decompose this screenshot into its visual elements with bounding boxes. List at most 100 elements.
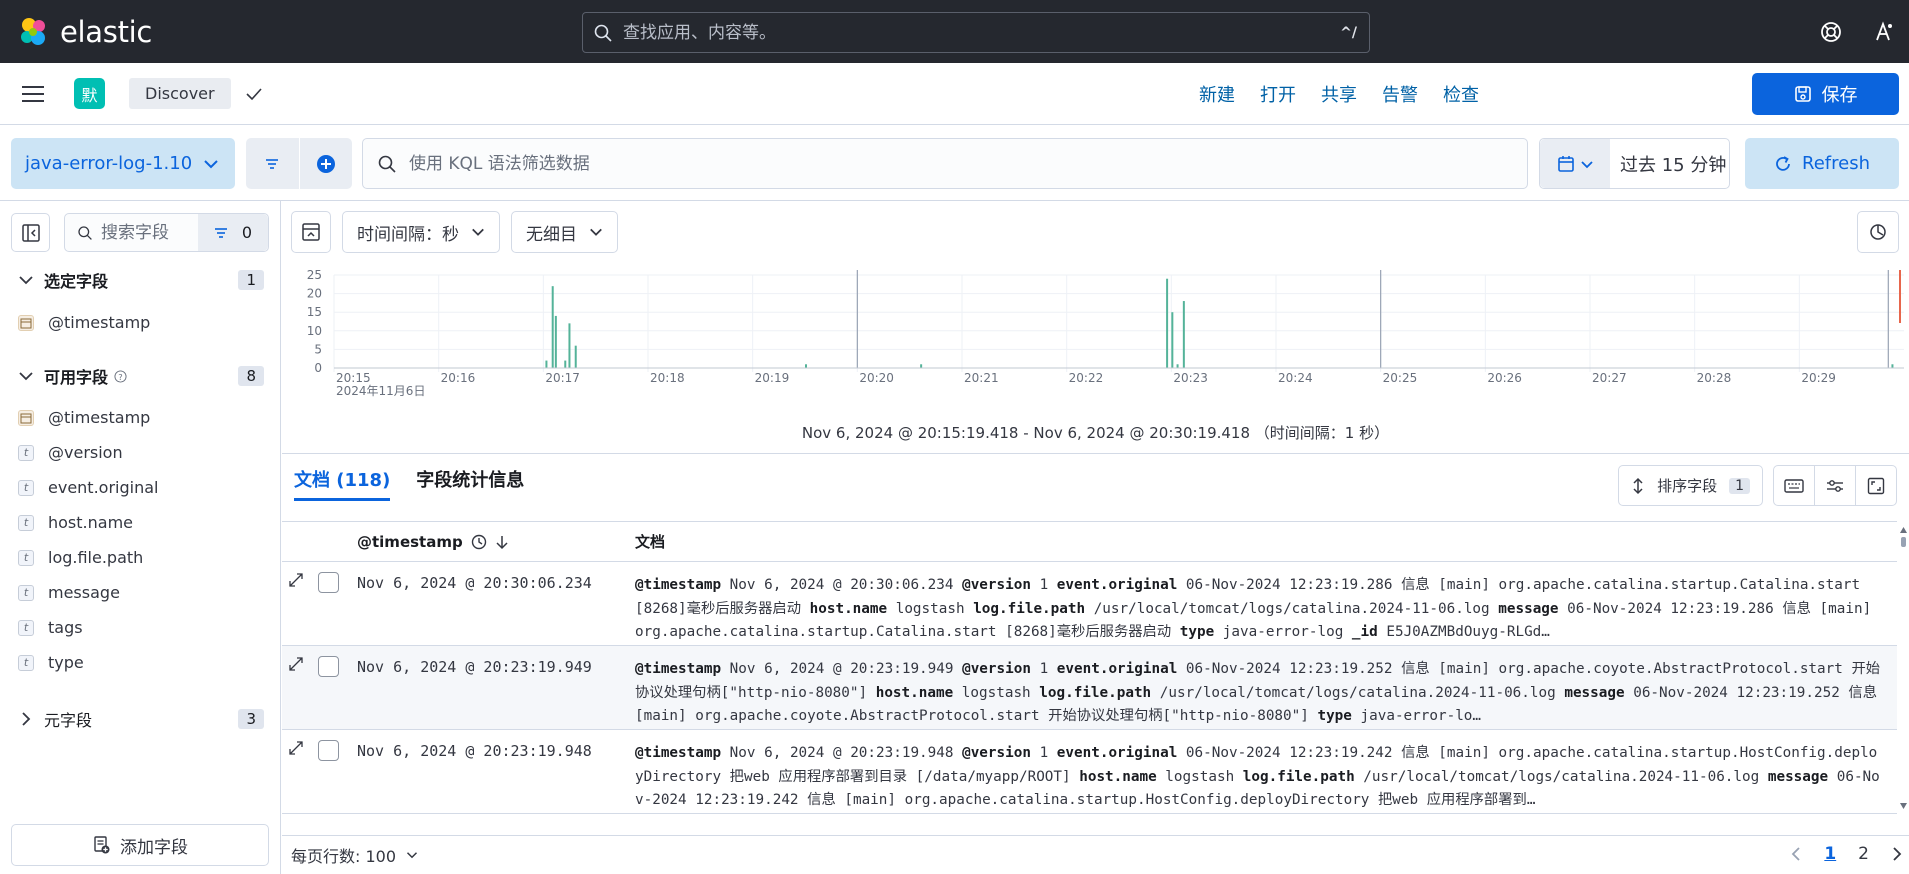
chart-options-button[interactable] [1857, 211, 1899, 253]
space-avatar[interactable]: 默 [74, 78, 105, 109]
rows-per-page-select[interactable]: 每页行数: 100 [291, 843, 418, 867]
text-type-icon: t [18, 479, 34, 496]
y-tick-label: 5 [314, 342, 322, 356]
tab-documents[interactable]: 文档 (118) [294, 466, 391, 501]
table-scrollbar[interactable] [1898, 523, 1909, 813]
keyboard-shortcuts-button[interactable] [1774, 466, 1814, 505]
histogram-bar [545, 360, 548, 368]
column-header-label: @timestamp [357, 532, 463, 551]
column-header-document[interactable]: 文档 [635, 531, 665, 552]
selected-fields-toggle[interactable]: 选定字段 1 [18, 268, 264, 292]
y-tick-label: 25 [307, 268, 322, 282]
help-icon[interactable] [1817, 18, 1845, 46]
meta-fields-toggle[interactable]: 元字段 3 [18, 707, 264, 731]
elastic-logo[interactable]: elastic [18, 15, 152, 49]
expand-icon[interactable] [288, 740, 304, 756]
time-range-text[interactable]: 过去 15 分钟 [1620, 151, 1726, 177]
field-item-tags[interactable]: t tags [18, 618, 83, 637]
doc-field-key: @timestamp [635, 745, 722, 761]
search-icon [594, 24, 612, 42]
histogram-chart[interactable]: 0 5 10 15 20 25 20:15 20:16 20:17 20:18 20:19 20:20… [282, 263, 1909, 403]
doc-field-value: java-error-lo… [1351, 708, 1482, 724]
row-checkbox[interactable] [318, 656, 339, 677]
field-type-filter-button[interactable]: 0 [198, 214, 268, 251]
field-item-selected-timestamp[interactable]: @timestamp [18, 313, 150, 332]
field-item-timestamp[interactable]: @timestamp [18, 408, 150, 427]
table-row[interactable]: Nov 6, 2024 @ 20:23:19.948 @timestamp No… [282, 730, 1897, 814]
plus-circle-icon [316, 154, 335, 173]
refresh-label: Refresh [1802, 153, 1870, 174]
menu-icon[interactable] [22, 80, 50, 108]
field-item-event-original[interactable]: t event.original [18, 478, 158, 497]
date-quick-menu-button[interactable] [1540, 139, 1610, 188]
ai-assistant-icon[interactable] [1869, 18, 1897, 46]
x-date-label: 2024年11月6日 [336, 384, 425, 398]
share-link[interactable]: 共享 [1321, 81, 1357, 107]
x-tick-label: 20:18 [650, 371, 685, 385]
page-1[interactable]: 1 [1824, 844, 1836, 864]
data-view-picker[interactable]: java-error-log-1.10 [11, 138, 235, 189]
grid-toolbar [1773, 465, 1897, 506]
question-icon[interactable]: ? [114, 369, 127, 383]
field-item-version[interactable]: t @version [18, 443, 123, 462]
field-search[interactable]: 0 [64, 213, 269, 252]
global-search-input[interactable] [623, 22, 1341, 43]
row-document: @timestamp Nov 6, 2024 @ 20:30:06.234 @v… [635, 574, 1885, 645]
date-type-icon [18, 314, 34, 331]
chart-toggle-icon [302, 223, 320, 241]
field-name: host.name [48, 513, 133, 532]
alerts-link[interactable]: 告警 [1382, 81, 1418, 107]
x-tick-label: 20:23 [1173, 371, 1208, 385]
sort-icon [1633, 477, 1643, 494]
doc-field-value: 1 [1030, 577, 1057, 593]
table-row[interactable]: Nov 6, 2024 @ 20:30:06.234 @timestamp No… [282, 562, 1897, 646]
doc-field-value: java-error-log [1214, 624, 1352, 640]
add-filter-button[interactable] [298, 138, 353, 189]
x-tick-label: 20:27 [1592, 371, 1627, 385]
filter-icon [214, 227, 227, 238]
date-type-icon [18, 409, 34, 426]
row-checkbox[interactable] [318, 740, 339, 761]
doc-field-value: logstash [887, 600, 974, 617]
doc-field-value: E5J0AZMBdOuyg-RLGd… [1377, 624, 1550, 640]
open-link[interactable]: 打开 [1260, 81, 1296, 107]
field-search-input[interactable] [101, 222, 189, 243]
expand-icon[interactable] [288, 572, 304, 588]
expand-icon[interactable] [288, 656, 304, 672]
column-header-timestamp[interactable]: @timestamp [357, 533, 509, 551]
breakdown-select[interactable]: 无细目 [511, 211, 618, 253]
page-2[interactable]: 2 [1858, 844, 1869, 864]
field-item-log-file-path[interactable]: t log.file.path [18, 548, 143, 567]
new-link[interactable]: 新建 [1199, 81, 1235, 107]
date-picker[interactable]: 过去 15 分钟 [1539, 138, 1730, 189]
field-item-type[interactable]: t type [18, 653, 84, 672]
chevron-left-icon[interactable] [1790, 846, 1802, 862]
kql-input[interactable] [409, 153, 1527, 174]
doc-field-key: @version [962, 745, 1031, 761]
tab-field-statistics[interactable]: 字段统计信息 [416, 466, 524, 501]
refresh-button[interactable]: Refresh [1745, 138, 1899, 189]
field-name: @version [48, 443, 123, 462]
sort-fields-button[interactable]: 排序字段 1 [1618, 465, 1763, 506]
global-search[interactable]: ^/ [582, 12, 1370, 53]
add-field-button[interactable]: 添加字段 [11, 824, 269, 866]
toggle-chart-button[interactable] [291, 211, 331, 253]
kql-query-field[interactable] [362, 138, 1528, 189]
row-checkbox[interactable] [318, 572, 339, 593]
interval-select[interactable]: 时间间隔：秒 [342, 211, 500, 253]
field-item-host-name[interactable]: t host.name [18, 513, 133, 532]
search-icon [378, 155, 396, 173]
breadcrumb-discover[interactable]: Discover [129, 78, 231, 109]
inspect-link[interactable]: 检查 [1443, 81, 1479, 107]
doc-field-value: /usr/local/tomcat/logs/catalina.2024-11-… [1151, 684, 1565, 701]
available-fields-toggle[interactable]: 可用字段 ? 8 [18, 364, 264, 388]
display-settings-button[interactable] [1814, 466, 1855, 505]
sort-descending-icon[interactable] [495, 534, 509, 550]
collapse-sidebar-button[interactable] [11, 213, 50, 252]
save-button[interactable]: 保存 [1752, 73, 1899, 115]
filter-menu-button[interactable] [246, 138, 299, 189]
field-item-message[interactable]: t message [18, 583, 120, 602]
fullscreen-button[interactable] [1855, 466, 1896, 505]
table-row[interactable]: Nov 6, 2024 @ 20:23:19.949 @timestamp No… [282, 646, 1897, 730]
chevron-right-icon[interactable] [1891, 846, 1903, 862]
